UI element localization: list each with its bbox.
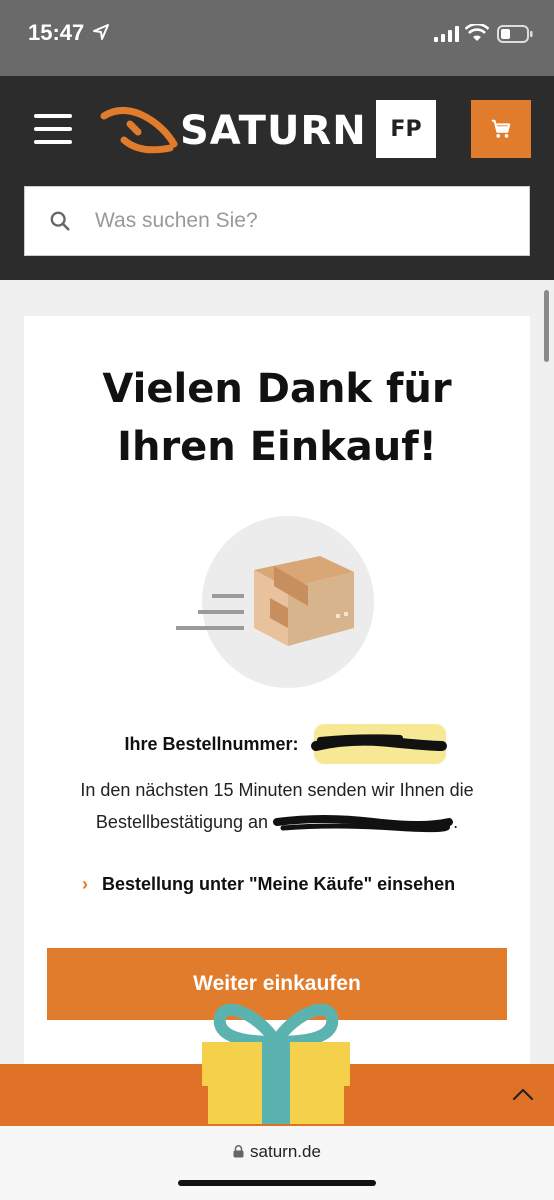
my-purchases-link-label: Bestellung unter "Meine Käufe" einsehen: [102, 874, 456, 894]
gift-icon[interactable]: [196, 990, 356, 1124]
page-title: Vielen Dank für Ihren Einkauf!: [102, 366, 452, 470]
browser-url-bar[interactable]: saturn.de: [0, 1126, 554, 1200]
cart-button[interactable]: [471, 100, 531, 158]
battery-icon: [497, 25, 533, 43]
shopping-cart-icon: [491, 119, 511, 138]
lock-icon: [233, 1145, 244, 1158]
search-input[interactable]: [95, 209, 475, 233]
confirmation-info: In den nächsten 15 Minuten senden wir Ih…: [54, 774, 500, 838]
search-icon: [50, 211, 70, 231]
chevron-up-icon[interactable]: [510, 1082, 536, 1108]
page-scrollbar[interactable]: [544, 290, 549, 362]
location-arrow-icon: [93, 24, 109, 40]
email-redacted: [273, 812, 454, 834]
home-indicator: [178, 1180, 376, 1186]
wifi-icon: [465, 24, 489, 41]
hamburger-icon: [34, 114, 72, 118]
package-icon: [176, 516, 374, 688]
saturn-logo[interactable]: SATURN: [100, 104, 366, 160]
order-confirmation-card: Vielen Dank für Ihren Einkauf! Ihre Best…: [24, 316, 530, 1076]
site-header: SATURN FP: [0, 76, 554, 280]
menu-button[interactable]: [34, 114, 72, 144]
profile-button[interactable]: FP: [376, 100, 436, 158]
url-text: saturn.de: [250, 1142, 321, 1161]
status-bar: 15:47: [0, 0, 554, 76]
status-time: 15:47: [28, 20, 85, 45]
search-box[interactable]: [24, 186, 530, 256]
order-number-redacted: [310, 724, 447, 765]
saturn-planet-icon: [100, 107, 178, 154]
order-number-row: Ihre Bestellnummer:: [24, 724, 530, 765]
chevron-right-icon: ›: [82, 874, 88, 894]
my-purchases-link[interactable]: › Bestellung unter "Meine Käufe" einsehe…: [82, 874, 455, 895]
order-number-label: Ihre Bestellnummer:: [124, 734, 299, 754]
signal-icon: [434, 26, 459, 42]
url-display[interactable]: saturn.de: [0, 1142, 554, 1162]
logo-text: SATURN: [180, 108, 367, 154]
